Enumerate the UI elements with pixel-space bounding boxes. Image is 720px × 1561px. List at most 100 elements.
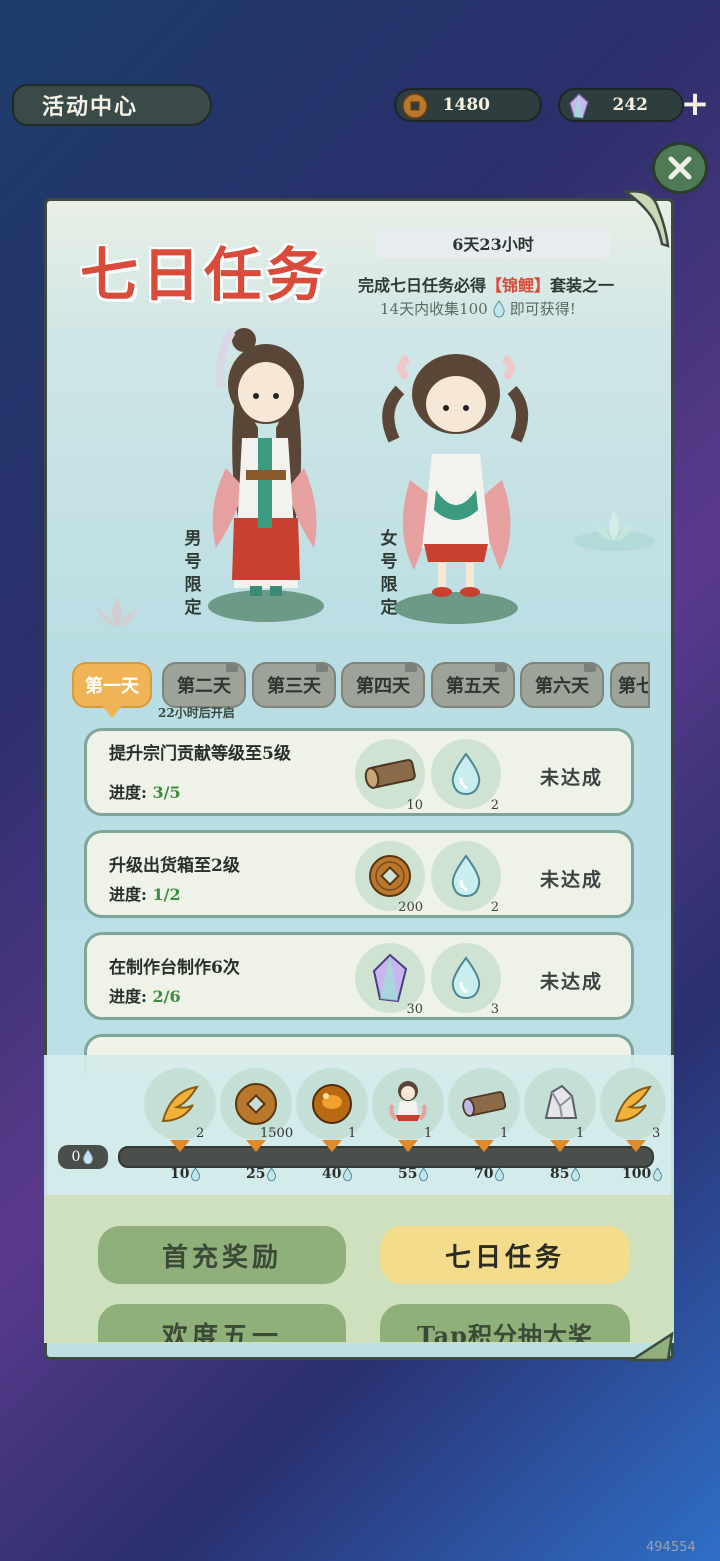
female-limited-label: 女号限定 (380, 529, 398, 618)
water-drop-icon (451, 752, 481, 796)
task-name: 升级出货箱至2级 (109, 856, 240, 876)
nav-may-day[interactable]: 欢度五一 (98, 1304, 346, 1342)
task-progress: 进度: 2/6 (109, 983, 181, 1007)
water-drop-icon (267, 1166, 277, 1181)
milestone-marker (170, 1140, 190, 1152)
task-card: 在制作台制作6次 进度: 2/6 30 3 未达成 (84, 932, 634, 1020)
milestone-marker (550, 1140, 570, 1152)
tab-label: 第一天 (85, 676, 139, 697)
threshold-value: 70 (474, 1166, 494, 1182)
milestone-count: 2 (196, 1126, 205, 1141)
golden-feather-icon (161, 1085, 200, 1123)
milestone-reward-3[interactable] (296, 1068, 368, 1140)
threshold-value: 40 (322, 1166, 342, 1182)
progress-value: 3/5 (152, 783, 181, 802)
milestone-marker (474, 1140, 494, 1152)
tab-day-5[interactable]: 第五天 (431, 662, 515, 708)
task-reward[interactable]: 200 (355, 841, 425, 915)
current-points: 0 (71, 1149, 81, 1165)
nav-label: 欢度五一 (161, 1322, 282, 1342)
copper-coin-icon (402, 93, 428, 119)
copper-coin-icon (235, 1083, 277, 1125)
tab-label: 第六天 (535, 676, 589, 697)
water-drop-icon (451, 956, 481, 1000)
threshold-value: 10 (170, 1166, 190, 1182)
threshold-value: 100 (622, 1166, 652, 1182)
task-status: 未达成 (539, 767, 603, 789)
wood-log-icon (364, 758, 416, 789)
scroll-corner-icon (622, 190, 670, 248)
desc-prefix: 完成七日任务必得 (358, 276, 487, 295)
threshold-value: 25 (246, 1166, 266, 1182)
reward-count: 2 (490, 798, 499, 813)
task-status: 未达成 (539, 971, 603, 993)
tab-day-6[interactable]: 第六天 (520, 662, 604, 708)
nav-tap-points-lottery[interactable]: Tap积分抽大奖 (380, 1304, 630, 1342)
milestone-threshold: 70 (474, 1166, 505, 1182)
milestone-marker (626, 1140, 646, 1152)
progress-label: 进度: (109, 987, 147, 1006)
collect-suffix: 即可获得! (509, 300, 576, 318)
reward-count: 200 (398, 900, 423, 915)
add-gems-button[interactable]: + (680, 87, 710, 121)
threshold-value: 85 (550, 1166, 570, 1182)
reward-count: 30 (406, 1002, 423, 1017)
milestone-threshold: 85 (550, 1166, 581, 1182)
watermark: 494554 (646, 1540, 696, 1555)
task-name: 在制作台制作6次 (109, 958, 240, 978)
character-outfit-icon (389, 1081, 427, 1121)
milestone-count: 1 (576, 1126, 585, 1141)
close-button[interactable] (652, 142, 708, 194)
lock-icon (584, 664, 596, 672)
tab-day-7[interactable]: 第七 (610, 662, 650, 708)
task-name: 提升宗门贡献等级至5级 (109, 744, 291, 764)
milestone-reward-1[interactable] (144, 1068, 216, 1140)
decorative-lotus-icon (574, 511, 654, 551)
milestone-marker (246, 1140, 266, 1152)
milestone-marker (322, 1140, 342, 1152)
milestone-count: 1 (348, 1126, 357, 1141)
lock-icon (405, 664, 417, 672)
milestone-reward-4[interactable] (372, 1068, 444, 1140)
crystal-gem-icon (569, 93, 589, 119)
task-status: 未达成 (539, 869, 603, 891)
tab-label: 第四天 (356, 676, 410, 697)
tab-label: 第七 (618, 676, 648, 697)
task-reward[interactable]: 3 (431, 943, 501, 1017)
milestone-reward-6[interactable] (524, 1068, 596, 1140)
task-card: 提升宗门贡献等级至5级 进度: 3/5 10 2 未达成 (84, 728, 634, 816)
tab-day-3[interactable]: 第三天 (252, 662, 336, 708)
task-progress: 进度: 1/2 (109, 881, 181, 905)
tab-day-1[interactable]: 第一天 (72, 662, 152, 708)
male-character (196, 318, 332, 634)
scroll-corner-icon (628, 1331, 674, 1362)
task-reward[interactable]: 10 (355, 739, 425, 813)
nav-first-recharge[interactable]: 首充奖励 (98, 1226, 346, 1284)
milestone-threshold: 100 (622, 1166, 663, 1182)
reward-count: 10 (406, 798, 423, 813)
milestone-reward-5[interactable] (448, 1068, 520, 1140)
lock-icon (226, 664, 238, 672)
nav-seven-day-tasks[interactable]: 七日任务 (380, 1226, 630, 1284)
tab-label: 第三天 (267, 676, 321, 697)
tab-day-4[interactable]: 第四天 (341, 662, 425, 708)
event-timer: 6天23小时 (376, 228, 610, 258)
milestone-threshold: 55 (398, 1166, 429, 1182)
milestone-count: 1500 (260, 1126, 294, 1141)
tab-day-2[interactable]: 第二天 (162, 662, 246, 708)
tab-pointer (102, 706, 122, 718)
tab-label: 第五天 (446, 676, 500, 697)
water-drop-icon (83, 1149, 94, 1165)
page-title: 活动中心 (12, 84, 212, 126)
progress-label: 进度: (109, 885, 147, 904)
milestone-threshold: 40 (322, 1166, 353, 1182)
threshold-value: 55 (398, 1166, 418, 1182)
task-reward[interactable]: 2 (431, 841, 501, 915)
water-drop-icon (495, 1166, 505, 1181)
decorative-lotus-icon (97, 597, 137, 627)
milestone-count: 1 (424, 1126, 433, 1141)
task-reward[interactable]: 2 (431, 739, 501, 813)
silver-ore-icon (544, 1084, 578, 1119)
water-drop-icon (419, 1166, 429, 1181)
task-reward[interactable]: 30 (355, 943, 425, 1017)
